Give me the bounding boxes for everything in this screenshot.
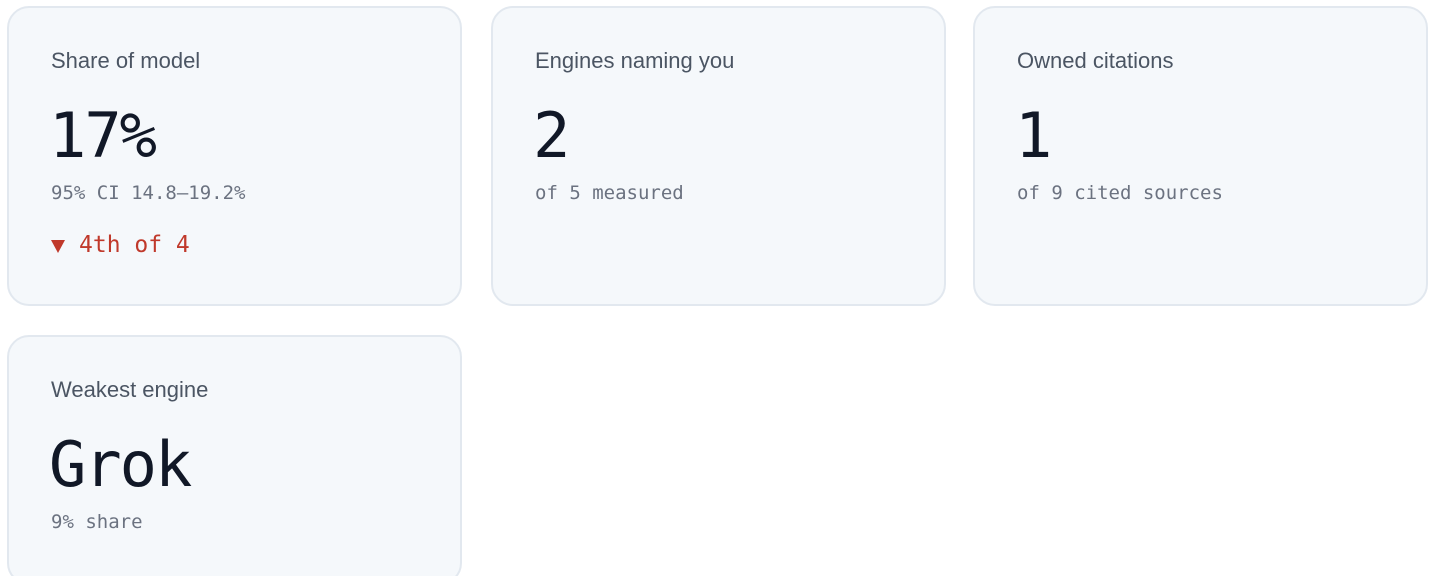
rank-indicator: 4th of 4 (51, 232, 190, 258)
metric-value: Grok (49, 428, 192, 501)
rank-text: 4th of 4 (79, 232, 190, 258)
metric-card-share-of-model: Share of model 17% 95% CI 14.8–19.2% 4th… (7, 6, 462, 306)
metric-subtext: 9% share (51, 511, 143, 533)
metric-value: 1 (1015, 99, 1052, 172)
metric-card-owned-citations: Owned citations 1 of 9 cited sources (973, 6, 1428, 306)
triangle-down-icon (51, 239, 65, 253)
metric-subtext: of 9 cited sources (1017, 182, 1223, 204)
metric-value: 17% (49, 99, 157, 172)
metric-card-weakest-engine: Weakest engine Grok 9% share (7, 335, 462, 576)
metric-subtext: of 5 measured (535, 182, 684, 204)
metric-card-engines-naming-you: Engines naming you 2 of 5 measured (491, 6, 946, 306)
metric-label: Engines naming you (535, 48, 735, 73)
metric-label: Weakest engine (51, 377, 209, 402)
metric-subtext: 95% CI 14.8–19.2% (51, 182, 246, 204)
metric-label: Owned citations (1017, 48, 1174, 73)
metric-value: 2 (533, 99, 570, 172)
metric-label: Share of model (51, 48, 201, 73)
